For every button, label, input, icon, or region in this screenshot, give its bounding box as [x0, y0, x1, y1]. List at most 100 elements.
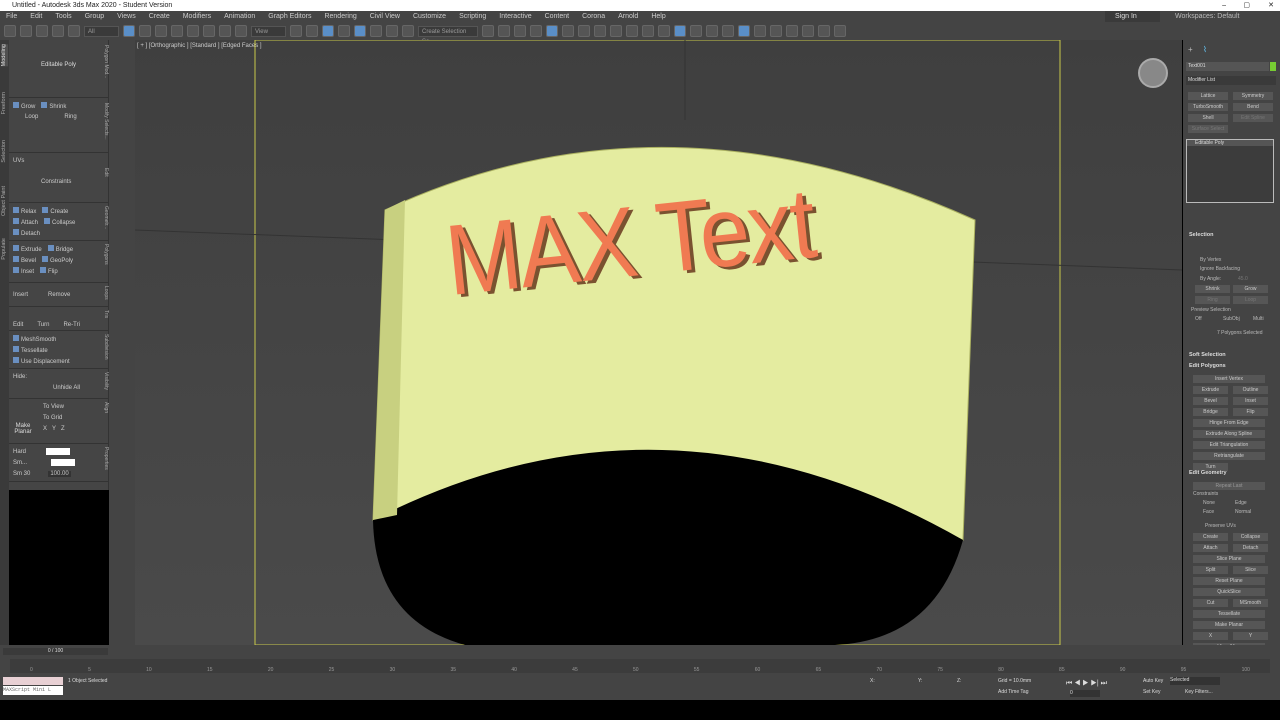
constraint-normal-radio[interactable]: Normal	[1235, 509, 1251, 515]
reference-coord-dropdown[interactable]: View	[251, 25, 286, 37]
keyboard-shortcut-icon[interactable]	[322, 25, 334, 37]
edit-polygons-rollout[interactable]: Edit Polygons	[1189, 363, 1226, 369]
edit-tri-button[interactable]: Edit	[13, 322, 23, 328]
constraint-none-radio[interactable]: None	[1203, 500, 1215, 506]
ribbon-tab-populate[interactable]: Populate	[1, 238, 8, 260]
create-button[interactable]: Create	[1193, 533, 1228, 541]
ribbon-tab-freeform[interactable]: Freeform	[1, 92, 8, 114]
helper-icon[interactable]	[802, 25, 814, 37]
x-coord[interactable]: X:	[870, 678, 875, 684]
make-planar-button[interactable]: Make Planar	[13, 423, 33, 435]
render-icon[interactable]	[642, 25, 654, 37]
bind-space-warp-icon[interactable]	[68, 25, 80, 37]
soft-selection-rollout[interactable]: Soft Selection	[1189, 352, 1226, 358]
manipulate-icon[interactable]	[306, 25, 318, 37]
axis-xy-icon[interactable]	[706, 25, 718, 37]
align-z-button[interactable]: Z	[61, 426, 65, 432]
undo-icon[interactable]	[4, 25, 16, 37]
bridge-button[interactable]: Bridge	[47, 244, 73, 253]
menu-edit[interactable]: Edit	[30, 13, 42, 20]
reset-plane-button[interactable]: Reset Plane	[1193, 577, 1265, 585]
menu-arnold[interactable]: Arnold	[618, 13, 638, 20]
geopoly-button[interactable]: GeoPoly	[42, 255, 73, 264]
help-icon[interactable]	[834, 25, 846, 37]
modify-tab-icon[interactable]: ⌇	[1203, 45, 1207, 54]
system-icon[interactable]	[818, 25, 830, 37]
minimize-icon[interactable]: –	[1222, 0, 1226, 11]
current-frame-field[interactable]: 0	[1070, 690, 1100, 697]
graphite-tools-icon[interactable]	[738, 25, 750, 37]
y-coord[interactable]: Y:	[918, 678, 922, 684]
light-icon[interactable]	[770, 25, 782, 37]
shrink-button[interactable]: Shrink	[41, 101, 66, 110]
preview-subobj-radio[interactable]: SubObj	[1223, 316, 1240, 322]
menu-customize[interactable]: Customize	[413, 13, 446, 20]
add-time-tag[interactable]: Add Time Tag	[998, 689, 1028, 695]
meshsmooth-button[interactable]: MeshSmooth	[13, 334, 56, 343]
selection-filter-dropdown[interactable]: All	[84, 25, 119, 37]
ignore-backfacing-checkbox[interactable]: Ignore Backfacing	[1200, 266, 1240, 272]
retri-button[interactable]: Re-Tri	[63, 322, 79, 328]
layer-explorer-icon[interactable]	[530, 25, 542, 37]
select-by-name-icon[interactable]	[139, 25, 151, 37]
playback-controls[interactable]: ⏮ ◀ ▶ ▶| ⏭	[1066, 680, 1107, 688]
bevel-button[interactable]: Bevel	[13, 255, 36, 264]
bevel-button[interactable]: Bevel	[1193, 397, 1228, 405]
angle-spinner[interactable]: 45.0	[1238, 276, 1248, 282]
selection-rollout[interactable]: Selection	[1189, 232, 1213, 238]
edit-triangulation-button[interactable]: Edit Triangulation	[1193, 441, 1265, 449]
use-displacement-button[interactable]: Use Displacement	[13, 356, 70, 365]
workspaces-dropdown[interactable]: Workspaces: Default	[1175, 11, 1239, 22]
constraint-edge-radio[interactable]: Edge	[1235, 500, 1247, 506]
edit-spline-button[interactable]: Edit Spline	[1233, 114, 1273, 122]
detach-button[interactable]: Detach	[1233, 544, 1268, 552]
viewcube-icon[interactable]	[1138, 58, 1168, 88]
redo-icon[interactable]	[20, 25, 32, 37]
menu-file[interactable]: File	[6, 13, 17, 20]
key-selection-dropdown[interactable]: Selected	[1170, 677, 1220, 685]
flip-button[interactable]: Flip	[1233, 408, 1268, 416]
inset-button[interactable]: Inset	[1233, 397, 1268, 405]
ring-button[interactable]: Ring	[1195, 296, 1230, 304]
by-angle-checkbox[interactable]: By Angle:	[1200, 276, 1221, 282]
auto-key-button[interactable]: Auto Key	[1143, 678, 1163, 684]
y-button[interactable]: Y	[1233, 632, 1268, 640]
unhide-all-button[interactable]: Unhide All	[53, 385, 80, 391]
retriangulate-button[interactable]: Retriangulate	[1193, 452, 1265, 460]
extrude-button[interactable]: Extrude	[13, 244, 42, 253]
angle-snap-icon[interactable]	[354, 25, 366, 37]
smooth30-button[interactable]: Sm 30	[13, 471, 30, 477]
move-icon[interactable]	[187, 25, 199, 37]
menu-content[interactable]: Content	[545, 13, 570, 20]
turn-button[interactable]: Turn	[37, 322, 49, 328]
preserve-uvs-checkbox[interactable]: Preserve UVs	[1205, 523, 1236, 529]
preview-off-radio[interactable]: Off	[1195, 316, 1202, 322]
named-selection-dropdown[interactable]: Create Selection Se	[418, 25, 478, 45]
surface-select-button[interactable]: Surface Select	[1188, 125, 1228, 133]
menu-tools[interactable]: Tools	[55, 13, 71, 20]
object-name-field[interactable]: Text001	[1186, 62, 1269, 71]
pivot-icon[interactable]	[290, 25, 302, 37]
spinner-snap-icon[interactable]	[386, 25, 398, 37]
make-planar-button[interactable]: Make Planar	[1193, 621, 1265, 629]
shell-button[interactable]: Shell	[1188, 114, 1228, 122]
by-vertex-checkbox[interactable]: By Vertex	[1200, 257, 1221, 263]
slice-button[interactable]: Slice	[1233, 566, 1268, 574]
time-slider[interactable]: 0 / 100	[3, 648, 108, 655]
close-icon[interactable]: ✕	[1268, 0, 1274, 11]
menu-rendering[interactable]: Rendering	[324, 13, 356, 20]
axis-y-icon[interactable]	[674, 25, 686, 37]
axis-z-icon[interactable]	[690, 25, 702, 37]
align-x-button[interactable]: X	[43, 426, 47, 432]
collapse-button[interactable]: Collapse	[44, 217, 75, 226]
outline-button[interactable]: Outline	[1233, 386, 1268, 394]
select-object-icon[interactable]	[123, 25, 135, 37]
camera-icon[interactable]	[786, 25, 798, 37]
menu-civil-view[interactable]: Civil View	[370, 13, 400, 20]
align-y-button[interactable]: Y	[52, 426, 56, 432]
attach-button[interactable]: Attach	[13, 217, 38, 226]
stack-item-editable-poly[interactable]: Editable Poly	[1187, 140, 1273, 146]
snaps-icon[interactable]	[754, 25, 766, 37]
msmooth-button[interactable]: MSmooth	[1233, 599, 1268, 607]
extrude-along-spline-button[interactable]: Extrude Along Spline	[1193, 430, 1265, 438]
